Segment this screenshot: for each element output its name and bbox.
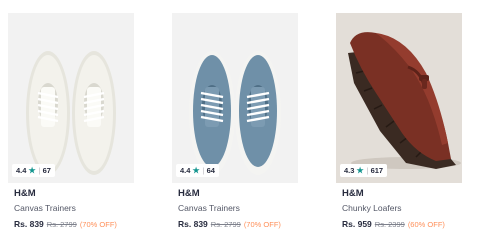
star-icon: ★ — [28, 166, 36, 175]
rating-value: 4.4 — [180, 166, 191, 175]
price-row: Rs. 839 Rs. 2799 (70% OFF) — [178, 219, 281, 229]
product-title[interactable]: Canvas Trainers — [14, 203, 76, 213]
product-grid: { "products": [ {"rating":"4.4","rating_… — [0, 0, 500, 240]
product-brand[interactable]: H&M — [14, 188, 36, 199]
product-image[interactable]: 4.4 ★ | 67 — [8, 13, 134, 183]
product-brand[interactable]: H&M — [342, 188, 364, 199]
blue-canvas-trainers-image — [189, 51, 281, 175]
rating-value: 4.4 — [16, 166, 27, 175]
star-icon: ★ — [192, 166, 200, 175]
product-title[interactable]: Canvas Trainers — [178, 203, 240, 213]
rating-separator: | — [202, 166, 205, 175]
product-image[interactable]: 4.3 ★ | 617 — [336, 13, 462, 183]
product-mrp: Rs. 2799 — [46, 220, 77, 229]
star-icon: ★ — [356, 166, 364, 175]
rating-badge: 4.3 ★ | 617 — [340, 164, 388, 177]
price-row: Rs. 839 Rs. 2799 (70% OFF) — [14, 219, 117, 229]
product-card[interactable]: 4.4 ★ | 64 H&M Canvas Trainers Rs. 839 Rs. 2… — [172, 0, 324, 240]
product-price: Rs. 839 — [14, 219, 44, 229]
product-price: Rs. 839 — [178, 219, 208, 229]
rating-value: 4.3 — [344, 166, 355, 175]
product-discount: (70% OFF) — [243, 220, 281, 229]
product-mrp: Rs. 2799 — [210, 220, 241, 229]
product-brand[interactable]: H&M — [178, 188, 200, 199]
white-canvas-trainers-image — [26, 51, 116, 175]
product-title[interactable]: Chunky Loafers — [342, 203, 402, 213]
rating-separator: | — [366, 166, 369, 175]
product-card[interactable]: 4.4 ★ | 67 H&M Canvas Trainers Rs. 839 Rs. 2… — [8, 0, 160, 240]
product-image[interactable]: 4.4 ★ | 64 — [172, 13, 298, 183]
rating-count: 64 — [206, 166, 215, 175]
price-row: Rs. 959 Rs. 2399 (60% OFF) — [342, 219, 445, 229]
product-discount: (70% OFF) — [79, 220, 117, 229]
product-card[interactable]: 4.3 ★ | 617 H&M Chunky Loafers Rs. 959 Rs. 2… — [336, 0, 488, 240]
brown-chunky-loafers-image — [348, 32, 461, 169]
rating-count: 67 — [42, 166, 51, 175]
rating-separator: | — [38, 166, 41, 175]
rating-badge: 4.4 ★ | 67 — [12, 164, 55, 177]
rating-count: 617 — [370, 166, 384, 175]
product-discount: (60% OFF) — [407, 220, 445, 229]
product-mrp: Rs. 2399 — [374, 220, 405, 229]
product-price: Rs. 959 — [342, 219, 372, 229]
rating-badge: 4.4 ★ | 64 — [176, 164, 219, 177]
